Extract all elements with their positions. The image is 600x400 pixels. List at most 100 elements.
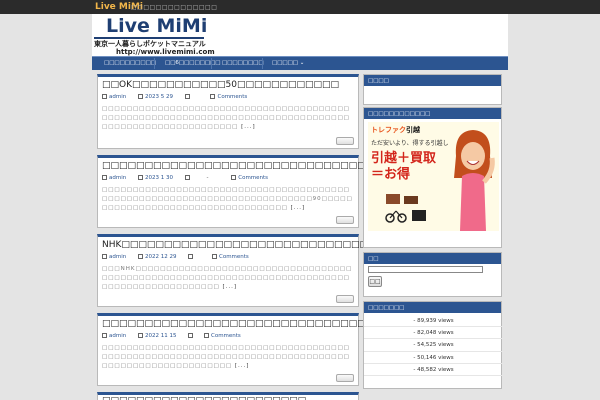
main-nav: □□□□□□□□□□ □□6□□□□□□□□ □□□□□□□□ □□□□□ ⌄ bbox=[92, 56, 508, 70]
post-card: □□OK□□□□□□□□□□□50□□□□□□□□□□□□ admin 2023… bbox=[97, 74, 359, 149]
site-tagline: □□□□□□□□□□□□□□ bbox=[131, 4, 218, 11]
view-count: - 48,582 views bbox=[413, 366, 454, 373]
calendar-icon bbox=[137, 254, 143, 259]
post-title[interactable]: □□OK□□□□□□□□□□□50□□□□□□□□□□□□ bbox=[102, 80, 339, 90]
read-more-link[interactable]: [...] bbox=[241, 124, 256, 130]
post-card: NHK□□□□□□□□□□□□□□□□□□□□□□□□□□□□□□ admin … bbox=[97, 234, 377, 307]
popular-post-item[interactable]: - 48,582 views bbox=[364, 364, 503, 376]
read-more-link[interactable]: [...] bbox=[291, 205, 306, 211]
site-logo-url: http://www.livemimi.com bbox=[116, 48, 215, 56]
popular-post-item[interactable]: - 82,048 views bbox=[364, 327, 503, 340]
read-more-button[interactable] bbox=[336, 374, 354, 382]
post-author[interactable]: admin bbox=[109, 175, 126, 181]
ad-banner[interactable]: トレファク引越 ただ安いより、得する引越し 引越＋買取 ＝お得 bbox=[368, 122, 499, 231]
widget-title: □□ bbox=[364, 253, 501, 264]
post-excerpt: □□□NHK□□□□□□□□□□□□□□□□□□□□□□□□□□□□□□□□□□… bbox=[102, 265, 354, 292]
view-count: - 89,939 views bbox=[413, 318, 454, 324]
search-button[interactable]: □□ bbox=[368, 276, 382, 287]
widget-title: □□□□□□□ bbox=[364, 302, 501, 313]
post-comments[interactable]: Comments bbox=[219, 254, 249, 260]
user-icon bbox=[102, 254, 107, 259]
post-date[interactable]: 2022 12 29 bbox=[145, 254, 177, 260]
nav-item-4-label: □□□□□ bbox=[272, 60, 298, 66]
view-count: - 50,146 views bbox=[413, 354, 454, 361]
popular-posts-list: - 89,939 views - 82,048 views - 54,525 v… bbox=[364, 315, 503, 376]
nav-divider bbox=[262, 58, 263, 69]
post-title[interactable]: □□□□□□□□□□□□□□□□□□□□□□□□ bbox=[102, 396, 306, 400]
top-bar: Live MiMi □□□□□□□□□□□□□□ bbox=[0, 0, 600, 14]
search-widget: □□ □□ bbox=[363, 252, 502, 297]
post-title[interactable]: □□□□□□□□□□□□□□□□□□□□□□□□□□□□□□□□□ bbox=[102, 161, 383, 171]
post-comments[interactable]: Comments bbox=[238, 175, 268, 181]
popular-post-item[interactable]: - 50,146 views bbox=[364, 352, 503, 364]
post-title[interactable]: NHK□□□□□□□□□□□□□□□□□□□□□□□□□□□□□□ bbox=[102, 240, 377, 250]
post-comments[interactable]: Comments bbox=[211, 333, 241, 339]
post-excerpt-text: □□□□□□□□□□□□□□□□□□□□□□□□□□□□□□□□□□□□□□□□… bbox=[102, 106, 350, 130]
post-card: □□□□□□□□□□□□□□□□□□□□□□□□ bbox=[97, 392, 359, 400]
post-card: □□□□□□□□□□□□□□□□□□□□□□□□□□□□□□□□□ admin … bbox=[97, 155, 383, 228]
post-date[interactable]: 2022 11 15 bbox=[145, 333, 177, 339]
search-input[interactable] bbox=[368, 266, 483, 273]
popular-post-item[interactable]: - 54,525 views bbox=[364, 339, 503, 352]
ad-logo: トレファク引越 bbox=[371, 125, 420, 135]
read-more-button[interactable] bbox=[336, 216, 354, 224]
post-excerpt: □□□□□□□□□□□□□□□□□□□□□□□□□□□□□□□□□□□□□□□□… bbox=[102, 186, 354, 213]
furniture-illustration-icon bbox=[385, 194, 426, 223]
meta-separator: - bbox=[206, 175, 209, 181]
folder-icon bbox=[188, 254, 194, 259]
woman-illustration-icon bbox=[454, 130, 495, 231]
ad-logo-mark: トレファク bbox=[371, 126, 406, 134]
nav-item-4[interactable]: □□□□□ ⌄ bbox=[272, 60, 304, 66]
post-date[interactable]: 2023 1 30 bbox=[145, 175, 173, 181]
popular-posts-widget: □□□□□□□ - 89,939 views - 82,048 views - … bbox=[363, 301, 503, 389]
site-header: Live MiMi 東京一人暮らしポケットマニュアル http://www.li… bbox=[92, 14, 508, 57]
comment-icon bbox=[211, 254, 217, 259]
folder-icon bbox=[184, 94, 190, 99]
user-icon bbox=[102, 333, 107, 338]
view-count: - 54,525 views bbox=[413, 342, 454, 349]
post-comments[interactable]: Comments bbox=[217, 94, 247, 100]
chevron-down-icon: ⌄ bbox=[299, 60, 305, 66]
post-title[interactable]: □□□□□□□□□□□□□□□□□□□□□□□□□□□□□□□□ bbox=[102, 319, 374, 329]
sidebar-widget: □□□□ bbox=[363, 74, 502, 105]
ad-headline-line1: 引越＋買取 bbox=[371, 151, 437, 166]
user-icon bbox=[102, 94, 107, 99]
comment-icon bbox=[231, 175, 237, 180]
read-more-link[interactable]: [...] bbox=[222, 284, 237, 290]
user-icon bbox=[102, 175, 107, 180]
read-more-link[interactable]: [...] bbox=[235, 363, 250, 369]
post-date[interactable]: 2023 5 29 bbox=[145, 94, 173, 100]
read-more-button[interactable] bbox=[336, 295, 354, 303]
widget-content bbox=[368, 89, 499, 97]
post-excerpt: □□□□□□□□□□□□□□□□□□□□□□□□□□□□□□□□□□□□□□□□… bbox=[102, 344, 354, 371]
post-meta: admin 2023 1 30 - Comments bbox=[102, 175, 278, 181]
calendar-icon bbox=[137, 175, 143, 180]
comment-icon bbox=[210, 94, 216, 99]
site-logo-title[interactable]: Live MiMi bbox=[106, 15, 207, 37]
folder-icon bbox=[188, 333, 194, 338]
nav-item-1[interactable]: □□□□□□□□□□ bbox=[104, 60, 156, 66]
nav-divider bbox=[211, 58, 212, 69]
ad-logo-name: 引越 bbox=[406, 126, 420, 134]
calendar-icon bbox=[137, 94, 143, 99]
post-meta: admin 2022 12 29 Comments bbox=[102, 254, 259, 260]
folder-icon bbox=[184, 175, 190, 180]
ad-headline: 引越＋買取 ＝お得 bbox=[371, 151, 436, 183]
nav-item-3[interactable]: □□□□□□□□ bbox=[222, 60, 264, 66]
comment-icon bbox=[203, 333, 209, 338]
read-more-button[interactable] bbox=[336, 137, 354, 145]
popular-post-item[interactable]: - 89,939 views bbox=[364, 315, 503, 328]
post-author[interactable]: admin bbox=[109, 333, 126, 339]
ad-headline-line2: ＝お得 bbox=[371, 167, 411, 182]
post-excerpt-text: □□□□□□□□□□□□□□□□□□□□□□□□□□□□□□□□□□□□□□□□… bbox=[102, 187, 353, 211]
widget-title: □□□□□□□□□□□□ bbox=[364, 108, 501, 119]
post-author[interactable]: admin bbox=[109, 94, 126, 100]
view-count: - 82,048 views bbox=[413, 330, 454, 337]
post-card: □□□□□□□□□□□□□□□□□□□□□□□□□□□□□□□□ admin 2… bbox=[97, 313, 374, 386]
ad-copy: ただ安いより、得する引越し bbox=[371, 140, 449, 147]
post-author[interactable]: admin bbox=[109, 254, 126, 260]
nav-item-2[interactable]: □□6□□□□□□□□ bbox=[165, 60, 220, 66]
nav-divider bbox=[154, 58, 155, 69]
post-excerpt: □□□□□□□□□□□□□□□□□□□□□□□□□□□□□□□□□□□□□□□□… bbox=[102, 105, 354, 132]
widget-title: □□□□ bbox=[364, 75, 501, 86]
